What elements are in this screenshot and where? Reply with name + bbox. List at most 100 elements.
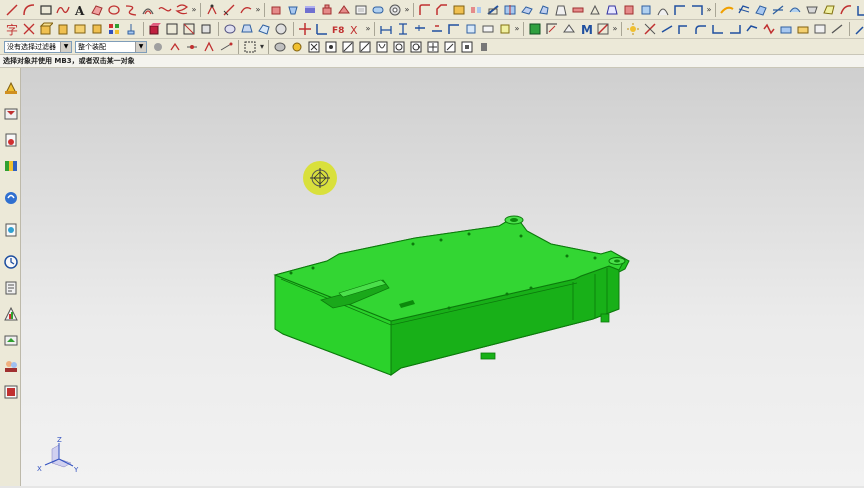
line-snap-icon[interactable] [340,39,356,54]
grid-snap-icon[interactable] [306,39,322,54]
dimension-radial-icon[interactable] [446,21,462,37]
flange-icon[interactable] [672,2,688,18]
offset-face-icon[interactable] [587,2,603,18]
center-snap-icon[interactable] [391,39,407,54]
cylinder-tool-icon[interactable] [55,21,71,37]
row1-more3-icon[interactable]: » [404,5,410,14]
split-body-icon[interactable] [502,2,518,18]
emboss-icon[interactable] [655,2,671,18]
through-curves-icon[interactable] [753,2,769,18]
bend-icon[interactable] [689,2,705,18]
history-icon[interactable] [3,254,19,270]
constraint-navigator-icon[interactable] [3,132,19,148]
bridge-curve-icon[interactable] [157,2,173,18]
select-more-icon[interactable]: ▾ [259,42,265,51]
end-point-icon[interactable] [218,39,234,54]
draft-icon[interactable] [553,2,569,18]
dimension-parallel-icon[interactable] [412,21,428,37]
row1-more2-icon[interactable]: » [255,5,261,14]
dimension-horizontal-icon[interactable] [378,21,394,37]
shell-icon[interactable] [451,2,467,18]
angle-icon[interactable] [314,21,330,37]
edge-blend-icon[interactable] [417,2,433,18]
sew-icon[interactable] [519,2,535,18]
sweep-tool-icon[interactable] [106,2,122,18]
trim-icon[interactable] [642,21,658,37]
character-tool-icon[interactable]: 字 [4,21,20,37]
x-inference-icon[interactable]: X [348,21,364,37]
magic-wand-icon[interactable] [853,21,864,37]
inferred-point-icon[interactable] [201,39,217,54]
roles-icon[interactable] [3,80,19,96]
n-sided-surface-icon[interactable] [821,2,837,18]
horizontal-icon[interactable] [297,21,313,37]
point-snap-icon[interactable] [323,39,339,54]
shaded-cube-icon[interactable] [147,21,163,37]
row2-more2-icon[interactable]: » [514,25,520,33]
scope-filter-dropdown[interactable]: 整个装配 ▼ [75,40,147,53]
corner-icon[interactable] [676,21,692,37]
system-scenes-icon[interactable] [3,384,19,400]
curve-network-icon[interactable] [736,2,752,18]
row1-more4-icon[interactable]: » [706,5,712,14]
chamfer-curve-icon[interactable] [710,21,726,37]
surface-tool-icon[interactable] [89,2,105,18]
groove-icon[interactable] [387,2,403,18]
intersection-snap-icon[interactable] [425,39,441,54]
manufacturing-wizard-icon[interactable] [3,332,19,348]
through-points-icon[interactable] [256,21,272,37]
boss-icon[interactable] [319,2,335,18]
part-navigator-tab-icon[interactable] [3,158,19,174]
feature-filter-icon[interactable] [289,39,305,54]
dimension-diameter-icon[interactable] [463,21,479,37]
curve-tool-icon[interactable] [123,2,139,18]
wireframe-icon[interactable] [164,21,180,37]
intersection-curve-icon[interactable] [795,21,811,37]
filter-settings-icon[interactable] [150,39,166,54]
chevron-down-icon[interactable]: ▼ [135,41,146,52]
hidden-edge-icon[interactable] [198,21,214,37]
quadrant-snap-icon[interactable] [408,39,424,54]
extrude-icon[interactable] [268,2,284,18]
ribbon-surface-icon[interactable] [719,2,735,18]
fill-area-icon[interactable] [239,21,255,37]
control-snap-icon[interactable] [374,39,390,54]
arc-tool-icon[interactable] [21,2,37,18]
surface-group-icon[interactable] [222,21,238,37]
f8-snap-icon[interactable]: F8 [331,21,347,37]
body-filter-icon[interactable] [272,39,288,54]
green-housing-part[interactable] [273,215,630,376]
extend-icon[interactable] [659,21,675,37]
grid-icon[interactable] [106,21,122,37]
web-browser-icon[interactable] [3,222,19,238]
ruled-surface-icon[interactable] [770,2,786,18]
system-materials-icon[interactable] [3,280,19,296]
helix-icon[interactable] [174,2,190,18]
dimension-vertical-icon[interactable] [395,21,411,37]
project-curve-icon[interactable] [778,21,794,37]
hole-icon[interactable] [302,2,318,18]
curve-length-icon[interactable] [829,21,845,37]
assembly-navigator-icon[interactable] [3,106,19,122]
spline-tool-icon[interactable] [55,2,71,18]
revolve-icon[interactable] [285,2,301,18]
constraint-icon[interactable] [527,21,543,37]
snap-point-icon[interactable] [184,39,200,54]
datum-axis-icon[interactable] [238,2,254,18]
offset-sketch-icon[interactable] [744,21,760,37]
datum-point-icon[interactable] [204,2,220,18]
process-studio-icon[interactable] [3,306,19,322]
block-icon[interactable] [38,21,54,37]
alternate-solution-icon[interactable] [595,21,611,37]
clear-snap-icon[interactable] [476,39,492,54]
chamfer-icon[interactable] [434,2,450,18]
mid-snap-icon[interactable] [357,39,373,54]
brush-icon[interactable] [123,21,139,37]
thicken-icon[interactable] [570,2,586,18]
sheet-icon[interactable] [604,2,620,18]
law-extension-icon[interactable] [804,2,820,18]
graphics-window[interactable]: Z X Y [21,68,864,486]
mirror-curve-icon[interactable] [727,21,743,37]
select-box-icon[interactable] [242,39,258,54]
dimension-arc-icon[interactable] [497,21,513,37]
